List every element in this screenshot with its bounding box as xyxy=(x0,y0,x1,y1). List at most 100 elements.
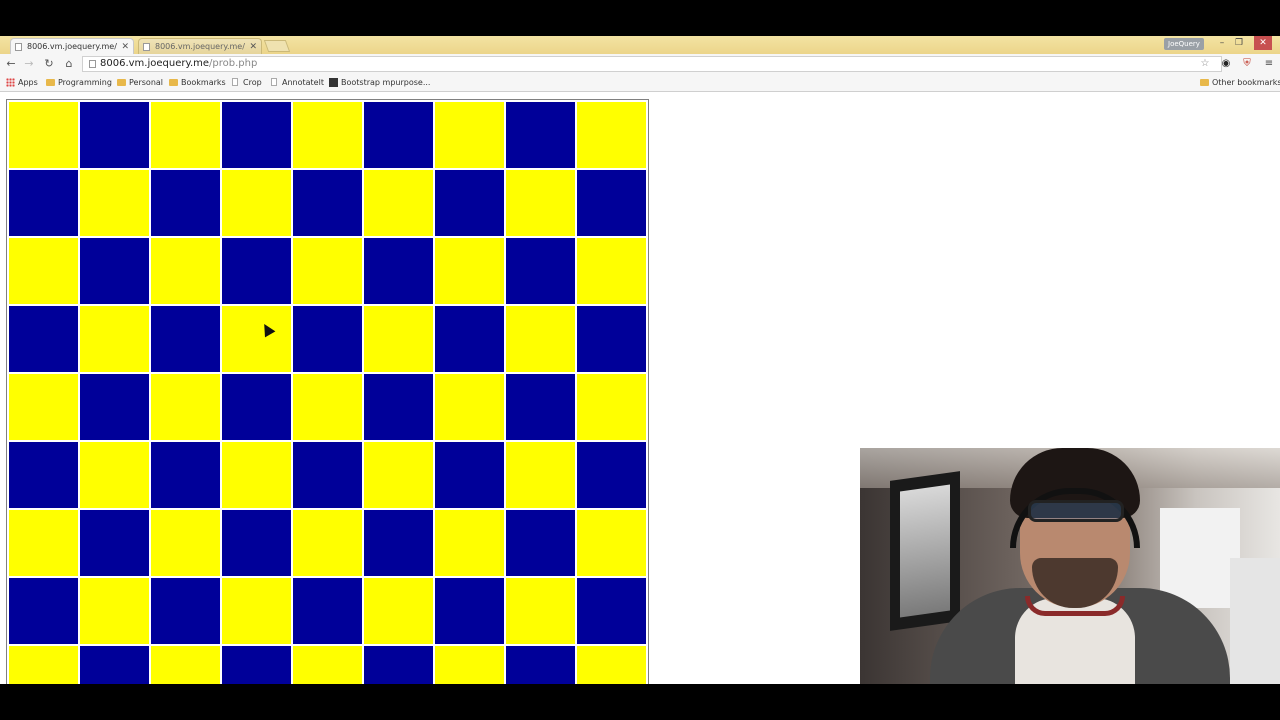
board-cell-blue xyxy=(364,646,433,684)
board-cell-yellow xyxy=(577,102,646,168)
menu-icon[interactable]: ≡ xyxy=(1262,57,1276,71)
bookmark-label: Annotatelt xyxy=(282,78,324,87)
board-cell-blue xyxy=(222,374,291,440)
tab-close-icon[interactable]: ✕ xyxy=(121,39,129,54)
board-cell-yellow xyxy=(151,646,220,684)
board-cell-yellow xyxy=(151,238,220,304)
board-cell-blue xyxy=(222,238,291,304)
board-cell-yellow xyxy=(435,374,504,440)
bookmark-label: Programming xyxy=(58,78,112,87)
board-cell-yellow xyxy=(506,442,575,508)
board-cell-yellow xyxy=(80,442,149,508)
board-cell-yellow xyxy=(293,238,362,304)
folder-icon xyxy=(46,79,55,86)
board-row xyxy=(9,238,646,304)
board-row xyxy=(9,510,646,576)
tab-active[interactable]: 8006.vm.joequery.me/pro ✕ xyxy=(10,38,134,54)
board-cell-blue xyxy=(364,102,433,168)
new-tab-button[interactable] xyxy=(263,40,291,52)
restore-icon[interactable]: ❐ xyxy=(1231,36,1247,50)
board-cell-yellow xyxy=(364,442,433,508)
page-icon xyxy=(271,78,277,86)
board-cell-yellow xyxy=(364,578,433,644)
board-cell-yellow xyxy=(293,510,362,576)
board-cell-blue xyxy=(506,238,575,304)
reload-icon[interactable]: ↻ xyxy=(42,57,56,71)
board-cell-yellow xyxy=(435,510,504,576)
board-cell-yellow xyxy=(151,510,220,576)
board-cell-blue xyxy=(506,510,575,576)
home-icon[interactable]: ⌂ xyxy=(62,57,76,71)
minimize-icon[interactable]: – xyxy=(1214,36,1230,50)
board-cell-blue xyxy=(151,170,220,236)
board-cell-yellow xyxy=(506,306,575,372)
board-cell-blue xyxy=(506,102,575,168)
board-cell-yellow xyxy=(293,102,362,168)
forward-icon[interactable]: → xyxy=(22,57,36,71)
board-cell-blue xyxy=(222,510,291,576)
webcam-overlay xyxy=(860,448,1280,684)
back-icon[interactable]: ← xyxy=(4,57,18,71)
board-cell-yellow xyxy=(435,238,504,304)
board-cell-yellow xyxy=(293,374,362,440)
eye-extension-icon[interactable]: ◉ xyxy=(1219,57,1233,71)
board-cell-blue xyxy=(577,170,646,236)
url-text[interactable]: 8006.vm.joequery.me/prob.php xyxy=(100,57,257,71)
address-bar[interactable]: 8006.vm.joequery.me/prob.php xyxy=(82,56,1222,72)
board-cell-blue xyxy=(293,442,362,508)
board-cell-blue xyxy=(222,646,291,684)
board-cell-yellow xyxy=(9,374,78,440)
board-cell-blue xyxy=(293,306,362,372)
bookmark-crop[interactable]: Crop xyxy=(231,74,262,91)
board-cell-yellow xyxy=(506,578,575,644)
checkerboard-table xyxy=(6,99,649,684)
toolbar: ← → ↻ ⌂ 8006.vm.joequery.me/prob.php ☆ ◉… xyxy=(0,54,1280,74)
board-cell-blue xyxy=(577,578,646,644)
board-cell-yellow xyxy=(435,102,504,168)
board-cell-blue xyxy=(435,578,504,644)
board-cell-yellow xyxy=(151,374,220,440)
board-cell-blue xyxy=(293,170,362,236)
board-cell-blue xyxy=(506,374,575,440)
board-cell-blue xyxy=(151,578,220,644)
board-cell-yellow xyxy=(80,578,149,644)
other-bookmarks[interactable]: Other bookmarks xyxy=(1200,74,1280,91)
bookmark-apps[interactable]: Apps xyxy=(6,74,38,91)
bookmarks-bar: Apps Programming Personal Bookmarks Crop… xyxy=(0,74,1280,92)
shelf xyxy=(1230,558,1280,684)
board-cell-yellow xyxy=(9,510,78,576)
tab-close-icon[interactable]: ✕ xyxy=(249,39,257,54)
bookmark-bookmarks[interactable]: Bookmarks xyxy=(169,74,226,91)
board-cell-yellow xyxy=(577,646,646,684)
board-row xyxy=(9,646,646,684)
bookmark-personal[interactable]: Personal xyxy=(117,74,163,91)
board-cell-yellow xyxy=(222,578,291,644)
tab-inactive[interactable]: 8006.vm.joequery.me/ch ✕ xyxy=(138,38,262,54)
star-icon[interactable]: ☆ xyxy=(1198,57,1212,71)
bookmark-label: Personal xyxy=(129,78,164,87)
shield-extension-icon[interactable]: ⛨ xyxy=(1240,57,1254,71)
url-path: /prob.php xyxy=(209,58,258,69)
board-cell-blue xyxy=(364,510,433,576)
board-cell-yellow xyxy=(9,102,78,168)
page-icon xyxy=(232,78,238,86)
bookmark-label: Crop xyxy=(243,78,262,87)
board-row xyxy=(9,374,646,440)
window-close-icon[interactable]: ✕ xyxy=(1254,36,1272,50)
profile-badge[interactable]: JoeQuery xyxy=(1164,38,1204,50)
page-icon xyxy=(89,60,96,68)
bookmark-bootstrap[interactable]: Bootstrap mpurpose... xyxy=(329,74,430,91)
letterbox-bar xyxy=(0,684,1280,720)
bookmark-label: Bootstrap mpurpose... xyxy=(341,78,431,87)
board-cell-yellow xyxy=(9,238,78,304)
bookmark-annotatelt[interactable]: Annotatelt xyxy=(270,74,324,91)
board-cell-blue xyxy=(577,306,646,372)
bookmark-programming[interactable]: Programming xyxy=(46,74,112,91)
board-cell-blue xyxy=(80,238,149,304)
page-favicon-icon xyxy=(143,43,150,51)
board-cell-yellow xyxy=(364,306,433,372)
tab-title: 8006.vm.joequery.me/ch xyxy=(155,42,245,51)
browser-window: 8006.vm.joequery.me/pro ✕ 8006.vm.joeque… xyxy=(0,36,1280,684)
board-cell-yellow xyxy=(80,306,149,372)
board-cell-yellow xyxy=(9,646,78,684)
